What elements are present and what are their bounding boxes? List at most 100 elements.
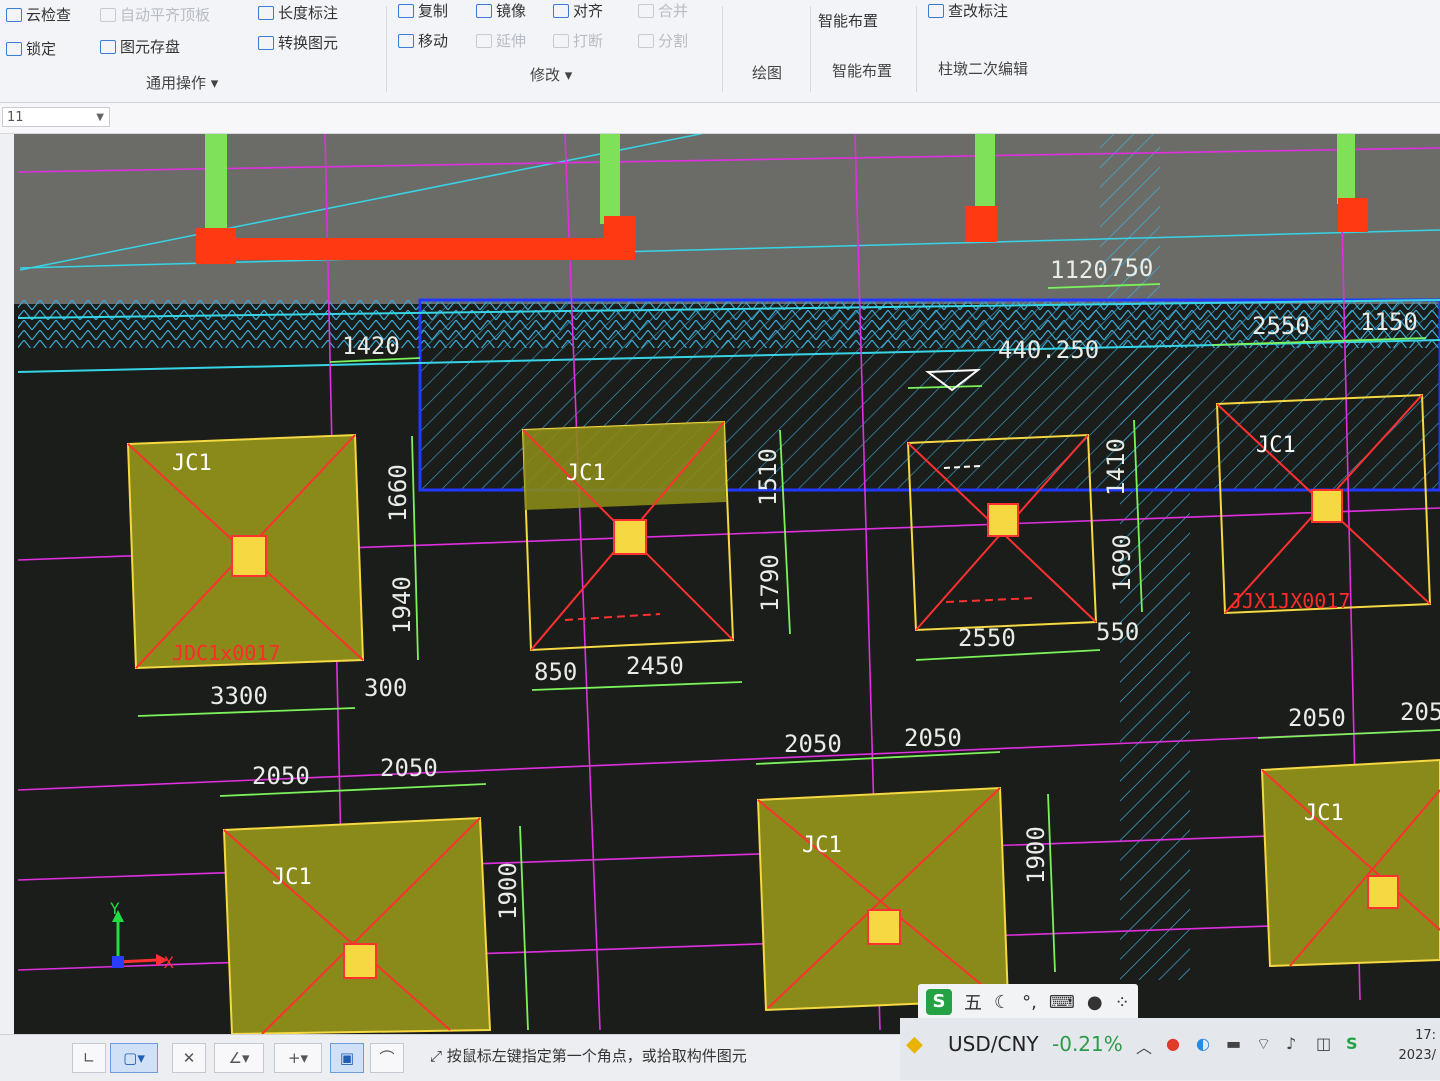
group-pier-edit: 柱墩二次编辑 (938, 60, 1029, 78)
layer-bar: 11 ▼ (0, 103, 1440, 134)
align-slab-icon (100, 7, 116, 22)
arc-icon: ⌒ (379, 1049, 395, 1067)
break-icon (553, 33, 569, 48)
chevron-down-icon: ▼ (96, 112, 104, 123)
dim-label: 1510 (754, 448, 782, 506)
network-icon[interactable]: ◫ (1316, 1034, 1331, 1053)
save-element-button[interactable]: 图元存盘 (100, 36, 180, 57)
group-general-ops[interactable]: 通用操作 ▾ (146, 72, 218, 93)
convert-element-button[interactable]: 转换图元 (258, 32, 338, 53)
offset-toggle[interactable]: +▾ (274, 1043, 322, 1073)
footing-code: JJX1JX0017 (1230, 589, 1350, 613)
smart-place-button[interactable]: 智能布置 (818, 10, 878, 31)
layer-dropdown[interactable]: 11 ▼ (2, 107, 110, 127)
chevron-up-icon[interactable]: ︿ (1136, 1034, 1152, 1058)
convert-icon (258, 35, 274, 50)
grid-menu-icon[interactable]: ⁘ (1115, 992, 1130, 1013)
browser-tray-icon[interactable]: ◐ (1196, 1034, 1210, 1053)
ime-toolbar[interactable]: S 五 ☾ °, ⌨ ● ⁘ (918, 984, 1138, 1020)
select-mode-toggle[interactable]: ▢▾ (110, 1043, 158, 1073)
footing-jc1-b[interactable] (521, 420, 735, 652)
snap-toggle[interactable]: ✕ (172, 1043, 206, 1073)
break-button[interactable]: 打断 (553, 30, 603, 51)
footing-tag: JC1 (1304, 801, 1344, 826)
wall-hatch (1120, 340, 1190, 980)
moon-icon[interactable]: ☾ (994, 992, 1010, 1013)
footing-tag: JC1 (802, 833, 842, 858)
dim-label: 1900 (494, 862, 522, 920)
edit-annotation-icon (928, 3, 944, 18)
merge-button[interactable]: 合并 (638, 0, 688, 21)
left-panel-edge (0, 134, 15, 1034)
group-smart-place: 智能布置 (832, 62, 893, 80)
ime-mode[interactable]: 五 (964, 989, 982, 1015)
grip-icon: ▣ (339, 1049, 355, 1067)
system-tray: ◆ USD/CNY -0.21% ︿ ● ◐ ▬ ⌔ ♪ ◫ S 17: 2023… (900, 1018, 1440, 1080)
angle-toggle[interactable]: ∠▾ (214, 1043, 264, 1073)
footing-tag: JC1 (566, 461, 606, 486)
auto-align-slab-button[interactable]: 自动平齐顶板 (100, 4, 210, 25)
footing-jc1-f[interactable] (756, 786, 1010, 1012)
edit-annotation-button[interactable]: 查改标注 (928, 0, 1008, 21)
align-button[interactable]: 对齐 (553, 0, 603, 21)
dim-label: 1420 (342, 332, 400, 360)
user-icon[interactable]: ● (1087, 992, 1103, 1013)
ribbon-divider (386, 6, 387, 92)
sogou-tray-icon[interactable]: S (1346, 1034, 1358, 1053)
app-tray-icon[interactable]: ● (1166, 1034, 1180, 1053)
arc-toggle[interactable]: ⌒ (370, 1043, 404, 1073)
sogou-logo-icon: S (926, 989, 952, 1015)
dim-label: 2550 (958, 624, 1016, 652)
dim-label: 3300 (210, 682, 268, 710)
dim-label: 1410 (1102, 438, 1130, 496)
extend-button[interactable]: 延伸 (476, 30, 526, 51)
group-modify[interactable]: 修改 ▾ (530, 64, 572, 85)
volume-icon[interactable]: ♪ (1286, 1034, 1296, 1053)
wifi-icon[interactable]: ⌔ (1256, 1034, 1271, 1054)
dim-label: 1150 (1360, 308, 1418, 336)
grip-toggle[interactable]: ▣ (330, 1043, 364, 1073)
command-prompt: ⤢ 按鼠标左键指定第一个角点，或拾取构件图元 (430, 1047, 747, 1065)
axis-y-label: Y (110, 899, 120, 918)
ortho-toggle[interactable]: ∟ (72, 1043, 106, 1073)
ribbon-divider (916, 6, 917, 92)
copy-button[interactable]: 复制 (398, 0, 448, 21)
ortho-icon: ∟ (82, 1049, 96, 1067)
resize-arrow-icon: ⤢ (430, 1047, 447, 1065)
copy-icon (398, 3, 414, 18)
dim-label: 850 (534, 658, 577, 686)
dim-label: 1940 (388, 576, 416, 634)
dim-label: 750 (1110, 254, 1153, 282)
dim-label: 2050 (904, 724, 962, 752)
mirror-button[interactable]: 镜像 (476, 0, 526, 21)
dim-label: 1690 (1108, 534, 1136, 592)
rectangle-select-icon: ▢▾ (123, 1049, 145, 1067)
cad-canvas[interactable]: 1120 750 1420 440.250 2550 1150 1660 194… (14, 134, 1440, 1034)
footing-jc1-e[interactable] (222, 816, 492, 1034)
stock-widget-icon[interactable]: ◆ (906, 1032, 923, 1057)
dim-label: 2050 (252, 762, 310, 790)
footing-jc1-g[interactable] (1260, 758, 1440, 968)
dim-label: 1120 (1050, 256, 1108, 284)
cloud-check-icon (6, 7, 22, 22)
footing-jc1-a[interactable] (126, 433, 365, 670)
punctuation-icon[interactable]: °, (1022, 992, 1037, 1013)
extend-icon (476, 33, 492, 48)
currency-pair[interactable]: USD/CNY (948, 1032, 1039, 1056)
currency-change: -0.21% (1052, 1032, 1123, 1056)
battery-icon[interactable]: ▬ (1226, 1034, 1241, 1053)
drawing-svg: 1120 750 1420 440.250 2550 1150 1660 194… (14, 134, 1440, 1034)
footing-tag: JC1 (272, 865, 312, 890)
dim-label: 1900 (1022, 826, 1050, 884)
dim-label: 2550 (1252, 312, 1310, 340)
move-button[interactable]: 移动 (398, 30, 448, 51)
split-button[interactable]: 分割 (638, 30, 688, 51)
clock[interactable]: 17: 2023/ (1399, 1026, 1436, 1066)
cloud-check-button[interactable]: 云检查 (6, 4, 71, 25)
lock-button[interactable]: 锁定 (6, 38, 56, 59)
angle-icon: ∠▾ (228, 1049, 250, 1067)
length-dimension-button[interactable]: 长度标注 (258, 2, 338, 23)
dimension-icon (258, 5, 274, 20)
axis-x-label: X (164, 953, 174, 972)
keyboard-icon[interactable]: ⌨ (1049, 992, 1075, 1013)
